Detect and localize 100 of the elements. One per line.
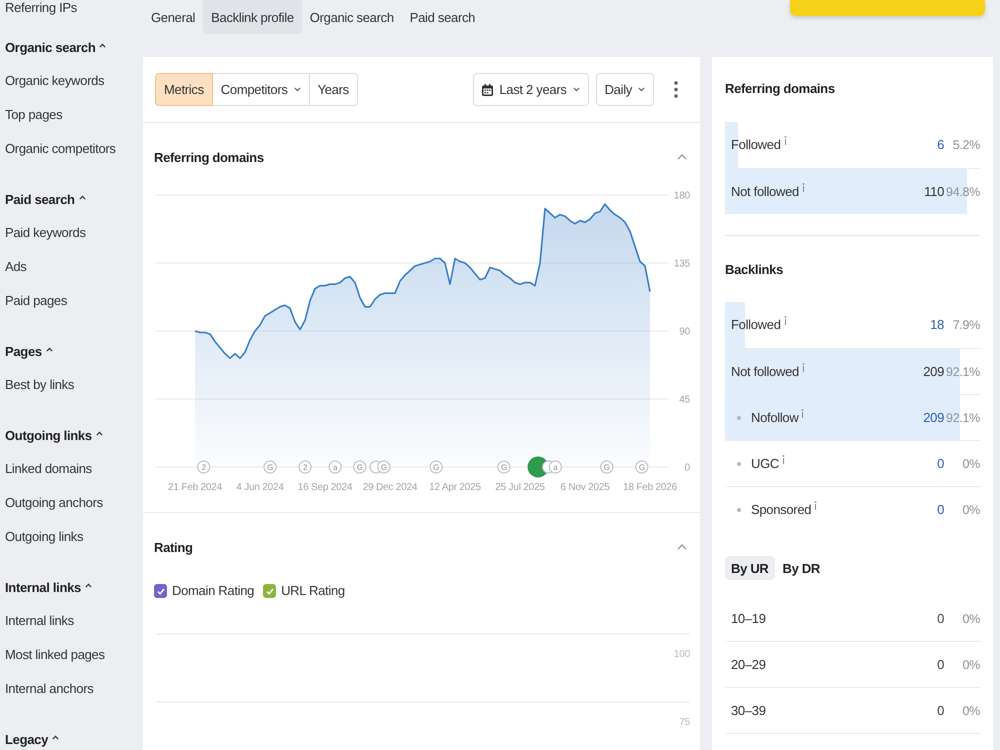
stat-label: Sponsored (751, 502, 812, 518)
caret-icon (572, 87, 580, 92)
nav-tab[interactable]: General (143, 0, 204, 34)
info-icon[interactable] (782, 454, 785, 464)
checkbox[interactable] (154, 584, 167, 598)
stat-share: 0% (962, 502, 980, 518)
sidebar-item[interactable]: Linked domains (5, 461, 92, 477)
section-title: Referring domains (154, 148, 264, 166)
info-icon[interactable] (784, 136, 787, 145)
sidebar-item[interactable]: Internal links (5, 613, 74, 629)
mode-tab[interactable]: Years (308, 73, 358, 106)
collapse-icon[interactable] (677, 544, 687, 550)
sidebar-heading[interactable]: Legacy (5, 730, 48, 748)
stat-value: 0 (937, 610, 944, 626)
caret-icon[interactable] (85, 583, 92, 588)
stat-label: Nofollow (751, 410, 798, 426)
caret-icon (638, 87, 645, 92)
sidebar-item[interactable]: Outgoing anchors (5, 495, 103, 511)
bullet-icon (737, 508, 741, 512)
range-label: 10–19 (731, 610, 766, 626)
axis-label: 6 Nov 2025 (560, 482, 610, 493)
stat-value[interactable]: 0 (937, 502, 944, 518)
stat-share: 7.9% (952, 317, 980, 333)
info-icon[interactable] (802, 362, 805, 372)
period-dropdown[interactable]: Last 2 years (473, 73, 589, 106)
tab[interactable]: By UR (725, 556, 775, 580)
stat-value: 0 (937, 656, 944, 672)
sidebar-item[interactable]: Internal anchors (5, 681, 94, 697)
stat-value: 0 (937, 702, 944, 718)
stat-value[interactable]: 18 (930, 317, 944, 333)
sidebar-item[interactable]: Organic keywords (5, 73, 104, 89)
legend-label[interactable]: URL Rating (281, 583, 345, 599)
stat-value: 209 (923, 364, 944, 380)
stat-label: Followed (731, 137, 781, 153)
axis-label: 0 (684, 462, 690, 474)
sidebar-heading[interactable]: Internal links (5, 578, 81, 596)
caret-icon[interactable] (78, 195, 86, 200)
more-icon[interactable] (674, 81, 678, 98)
mode-tab[interactable]: Metrics (155, 73, 213, 106)
collapse-icon[interactable] (677, 154, 687, 160)
info-icon[interactable] (802, 182, 805, 192)
info-icon[interactable] (814, 500, 818, 510)
section-title: Backlinks (725, 261, 784, 279)
sidebar-item[interactable]: Ads (5, 259, 27, 275)
caret-icon[interactable] (99, 43, 106, 48)
sidebar-item[interactable]: Paid keywords (5, 225, 86, 241)
section-title: Rating (154, 538, 193, 556)
caret-icon[interactable] (96, 431, 103, 436)
legend-label[interactable]: Domain Rating (172, 583, 254, 599)
tab[interactable]: By DR (776, 556, 826, 580)
axis-label: 21 Feb 2024 (168, 482, 222, 493)
scale-label: 75 (679, 717, 690, 728)
checkmark-icon (156, 588, 164, 594)
caret-icon (294, 87, 301, 92)
sidebar-item[interactable]: Referring IPs (5, 0, 77, 16)
bullet-icon (737, 462, 741, 466)
sidebar-item[interactable]: Most linked pages (5, 647, 105, 663)
axis-label: 29 Dec 2024 (362, 482, 418, 493)
mode-tab[interactable]: Competitors (212, 73, 310, 106)
axis-label: 180 (674, 190, 690, 202)
stat-share: 92.1% (945, 410, 980, 426)
axis-label: 4 Jun 2024 (236, 482, 284, 493)
stat-label: Not followed (731, 364, 799, 380)
sidebar-item[interactable]: Best by links (5, 377, 74, 393)
axis-label: 45 (679, 394, 690, 406)
range-label: 30–39 (731, 702, 766, 718)
stat-value[interactable]: 0 (937, 456, 944, 472)
axis-label: 90 (679, 326, 690, 338)
calendar-icon (482, 84, 494, 96)
sidebar-heading[interactable]: Outgoing links (5, 426, 92, 444)
sidebar-item[interactable]: Organic competitors (5, 141, 116, 157)
caret-icon[interactable] (46, 347, 53, 352)
nav-tab[interactable]: Backlink profile (203, 0, 302, 34)
stat-share: 0% (962, 656, 980, 672)
stat-share: 0% (962, 702, 980, 718)
nav-tab[interactable]: Paid search (402, 0, 484, 34)
section-title: Referring domains (725, 80, 836, 98)
sidebar-heading[interactable]: Organic search (5, 38, 96, 56)
info-icon[interactable] (801, 408, 804, 418)
axis-label: 16 Sep 2024 (298, 482, 352, 493)
nav-tab[interactable]: Organic search (302, 0, 402, 34)
axis-label: 135 (674, 258, 690, 270)
axis-label: 12 Apr 2025 (429, 482, 481, 493)
stat-value: 110 (924, 184, 944, 200)
stat-value[interactable]: 209 (923, 410, 944, 426)
stat-label: UGC (751, 456, 779, 472)
info-icon[interactable] (784, 316, 787, 325)
sidebar-heading[interactable]: Pages (5, 342, 42, 360)
sidebar-heading[interactable]: Paid search (5, 190, 75, 208)
stat-label: Followed (731, 317, 781, 333)
sidebar-item[interactable]: Outgoing links (5, 529, 84, 545)
stat-value[interactable]: 6 (937, 137, 944, 153)
stat-share: 0% (962, 456, 980, 472)
checkbox[interactable] (263, 584, 276, 598)
stat-share: 5.2% (952, 137, 980, 153)
interval-dropdown[interactable]: Daily (596, 73, 654, 106)
axis-label: 18 Feb 2026 (623, 482, 677, 493)
caret-icon[interactable] (52, 735, 60, 740)
sidebar-item[interactable]: Top pages (5, 107, 62, 123)
sidebar-item[interactable]: Paid pages (5, 293, 68, 309)
